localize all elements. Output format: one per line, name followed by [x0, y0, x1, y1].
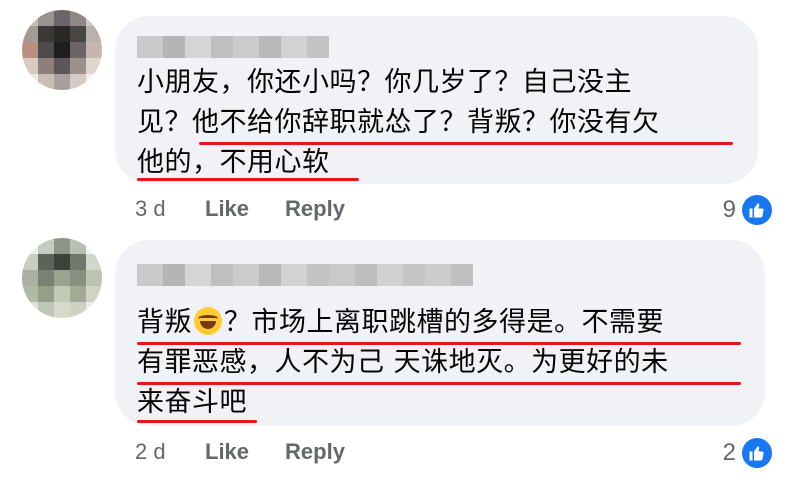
avatar[interactable]	[22, 238, 102, 318]
reaction-summary[interactable]: 9	[723, 195, 772, 225]
comment-bubble: 背叛 ？市场上离职跳槽的多得是。不需要 有罪恶感，人不为己 天诛地灭。为更好的未 …	[115, 240, 765, 426]
red-underline	[137, 342, 741, 345]
comment-2: 背叛 ？市场上离职跳槽的多得是。不需要 有罪恶感，人不为己 天诛地灭。为更好的未 …	[0, 232, 800, 482]
comment-text-line-3: 来奋斗吧	[137, 387, 247, 418]
comment-actions: 2 d Like Reply	[135, 439, 381, 465]
timestamp[interactable]: 3 d	[135, 196, 205, 222]
reply-button[interactable]: Reply	[285, 196, 345, 222]
laughing-tears-emoji	[194, 307, 222, 335]
comment-text-line-3: 他的，不用心软	[137, 147, 330, 178]
reply-button[interactable]: Reply	[285, 439, 345, 465]
red-underline	[137, 382, 741, 385]
text-segment: ？市场上离职跳槽的多得是。不需要	[224, 307, 664, 338]
comment-bubble: 小朋友，你还小吗？你几岁了？自己没主 见？他不给你辞职就怂了？背叛？你没有欠 他…	[115, 16, 758, 184]
thumbs-up-icon	[742, 195, 772, 225]
comment-text-line-2: 见？他不给你辞职就怂了？背叛？你没有欠	[137, 107, 660, 138]
text-segment: 背叛	[137, 307, 192, 338]
like-button[interactable]: Like	[205, 196, 249, 222]
reaction-summary[interactable]: 2	[723, 438, 772, 468]
comment-1: 小朋友，你还小吗？你几岁了？自己没主 见？他不给你辞职就怂了？背叛？你没有欠 他…	[0, 0, 800, 240]
comment-text-line-1: 小朋友，你还小吗？你几岁了？自己没主	[137, 67, 632, 98]
comment-actions: 3 d Like Reply	[135, 196, 381, 222]
avatar[interactable]	[22, 10, 102, 90]
thumbs-up-icon	[742, 438, 772, 468]
reaction-count: 9	[722, 196, 736, 223]
blurred-author-name[interactable]	[137, 264, 473, 286]
reaction-count: 2	[722, 439, 736, 466]
red-underline	[137, 420, 257, 423]
comment-text-line-2: 有罪恶感，人不为己 天诛地灭。为更好的未	[137, 347, 669, 378]
timestamp[interactable]: 2 d	[135, 439, 205, 465]
like-button[interactable]: Like	[205, 439, 249, 465]
comment-text-line-1: 背叛 ？市场上离职跳槽的多得是。不需要	[137, 306, 664, 340]
blurred-author-name[interactable]	[137, 36, 329, 58]
red-underline	[199, 142, 733, 145]
red-underline	[137, 178, 359, 181]
